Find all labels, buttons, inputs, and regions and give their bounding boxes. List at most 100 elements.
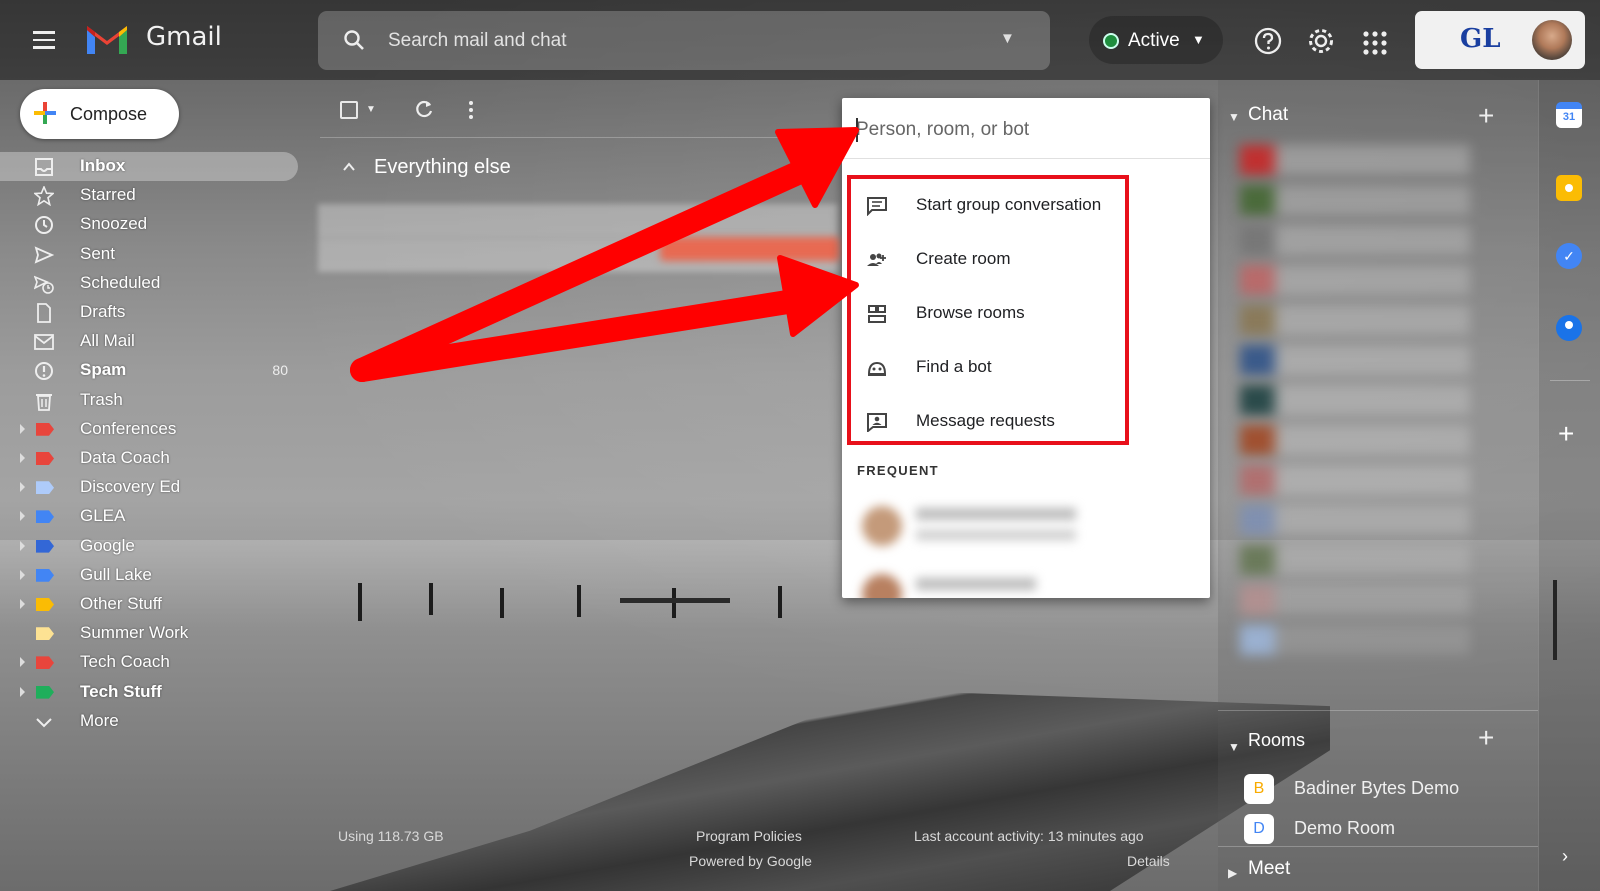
- chat-contact-blurred[interactable]: [1240, 585, 1470, 615]
- expand-caret-icon[interactable]: [20, 482, 25, 493]
- gear-icon[interactable]: [1306, 26, 1336, 56]
- sidebar-item-more[interactable]: More: [0, 707, 298, 736]
- sidebar-item-data-coach[interactable]: Data Coach: [0, 444, 298, 473]
- frequent-contact-blurred[interactable]: [916, 508, 1076, 520]
- sidebar-item-label: GLEA: [80, 506, 126, 526]
- expand-caret-icon[interactable]: [20, 511, 25, 522]
- chat-contact-blurred[interactable]: [1240, 505, 1470, 535]
- rooms-section-title[interactable]: Rooms: [1248, 730, 1305, 751]
- chat-contact-blurred[interactable]: [1240, 425, 1470, 455]
- expand-caret-icon[interactable]: [20, 686, 25, 697]
- sidebar-item-tech-stuff[interactable]: Tech Stuff: [0, 678, 298, 707]
- start-chat-plus-icon[interactable]: +: [1478, 100, 1494, 132]
- meet-expand-icon[interactable]: ▶: [1228, 866, 1237, 880]
- sidebar-item-scheduled[interactable]: Scheduled: [0, 269, 298, 298]
- refresh-icon[interactable]: [413, 98, 435, 120]
- program-policies-link[interactable]: Program Policies: [696, 828, 802, 844]
- rooms-divider: [1218, 710, 1538, 711]
- toolbar-divider: [320, 137, 845, 138]
- scheduled-send-icon: [33, 274, 54, 294]
- chat-contact-blurred[interactable]: [1240, 465, 1470, 495]
- collapse-section-icon[interactable]: [342, 160, 356, 174]
- sidebar-item-discovery-ed[interactable]: Discovery Ed: [0, 473, 298, 502]
- meet-section-title[interactable]: Meet: [1248, 858, 1290, 880]
- add-room-plus-icon[interactable]: +: [1478, 722, 1494, 754]
- email-row-blurred[interactable]: [318, 204, 838, 238]
- contacts-icon[interactable]: [1556, 315, 1582, 341]
- chevron-right-icon[interactable]: ›: [1562, 846, 1568, 867]
- sidebar-item-trash[interactable]: Trash: [0, 386, 298, 415]
- frequent-contact-blurred[interactable]: [916, 578, 1036, 590]
- sidebar-item-summer-work[interactable]: Summer Work: [0, 619, 298, 648]
- room-item[interactable]: B Badiner Bytes Demo: [1244, 772, 1504, 806]
- chat-contact-blurred[interactable]: [1240, 265, 1470, 295]
- chat-contact-blurred[interactable]: [1240, 145, 1470, 175]
- expand-caret-icon[interactable]: [20, 599, 25, 609]
- sidebar-item-inbox[interactable]: Inbox: [0, 152, 298, 181]
- sidebar-item-google[interactable]: Google: [0, 532, 298, 561]
- chat-contact-blurred[interactable]: [1240, 545, 1470, 575]
- chat-contact-blurred[interactable]: [1240, 225, 1470, 255]
- frequent-contact-avatar[interactable]: [862, 574, 902, 598]
- search-placeholder[interactable]: Search mail and chat: [388, 30, 567, 52]
- expand-caret-icon[interactable]: [20, 569, 25, 580]
- label-tag-icon: [36, 510, 54, 524]
- sidebar-item-conferences[interactable]: Conferences: [0, 415, 298, 444]
- sidebar-item-tech-coach[interactable]: Tech Coach: [0, 648, 298, 677]
- gmail-logo-icon[interactable]: [84, 24, 130, 56]
- sidebar-item-spam[interactable]: Spam 80: [0, 356, 298, 385]
- sidebar-item-gull-lake[interactable]: Gull Lake: [0, 561, 298, 590]
- apps-grid-icon[interactable]: [1360, 28, 1390, 58]
- expand-caret-icon[interactable]: [20, 453, 25, 463]
- search-icon[interactable]: [342, 28, 366, 52]
- search-options-caret-icon[interactable]: ▼: [1000, 30, 1015, 47]
- chat-contact-blurred[interactable]: [1240, 345, 1470, 375]
- select-caret-icon[interactable]: ▼: [366, 104, 376, 115]
- get-addons-plus-icon[interactable]: +: [1558, 418, 1574, 450]
- expand-caret-icon[interactable]: [20, 540, 25, 551]
- frequent-contact-avatar[interactable]: [862, 506, 902, 546]
- pier-post: [672, 588, 676, 618]
- sidebar-item-label: Data Coach: [80, 448, 170, 467]
- more-vert-icon[interactable]: [468, 100, 474, 120]
- sidebar-item-label: Drafts: [80, 302, 126, 321]
- chat-contact-blurred[interactable]: [1240, 385, 1470, 415]
- avatar[interactable]: [1532, 20, 1572, 60]
- calendar-icon[interactable]: 31: [1556, 102, 1582, 128]
- sidebar-item-snoozed[interactable]: Snoozed: [0, 210, 298, 239]
- clock-icon: [34, 215, 54, 235]
- status-label[interactable]: Active: [1128, 30, 1180, 52]
- label-tag-icon: [36, 598, 54, 611]
- chat-contact-blurred[interactable]: [1240, 185, 1470, 215]
- expand-caret-icon[interactable]: [20, 657, 25, 668]
- frequent-contact-blurred[interactable]: [916, 530, 1076, 540]
- status-caret-icon[interactable]: ▼: [1192, 32, 1205, 47]
- blurred-label-chip: [660, 237, 840, 261]
- chat-contact-blurred[interactable]: [1240, 305, 1470, 335]
- tasks-icon[interactable]: ✓: [1556, 243, 1582, 269]
- sidebar-item-glea[interactable]: GLEA: [0, 502, 298, 531]
- details-link[interactable]: Details: [1127, 853, 1170, 869]
- chat-collapse-icon[interactable]: ▼: [1228, 110, 1240, 124]
- rooms-collapse-icon[interactable]: ▼: [1228, 740, 1240, 754]
- section-title[interactable]: Everything else: [374, 156, 511, 179]
- person-room-bot-input[interactable]: [856, 114, 1196, 146]
- select-all-checkbox[interactable]: [340, 101, 358, 119]
- chat-contact-blurred[interactable]: [1240, 625, 1470, 655]
- sidebar-item-starred[interactable]: Starred: [0, 181, 298, 210]
- room-item[interactable]: D Demo Room: [1244, 812, 1504, 846]
- sidebar-item-all-mail[interactable]: All Mail: [0, 327, 298, 356]
- chat-section-title[interactable]: Chat: [1248, 104, 1288, 126]
- sidebar-item-label: Tech Coach: [80, 652, 170, 672]
- meet-divider: [1218, 846, 1538, 847]
- label-tag-icon: [36, 627, 54, 641]
- sidebar-item-label: Sent: [80, 243, 115, 263]
- main-menu-button[interactable]: [28, 26, 62, 56]
- keep-icon[interactable]: [1556, 175, 1582, 201]
- help-icon[interactable]: [1253, 26, 1283, 56]
- sidebar-item-other-stuff[interactable]: Other Stuff: [0, 590, 298, 619]
- sidebar-item-label: More: [80, 710, 119, 730]
- sidebar-item-drafts[interactable]: Drafts: [0, 298, 298, 327]
- sidebar-item-sent[interactable]: Sent: [0, 240, 298, 269]
- expand-caret-icon[interactable]: [20, 423, 25, 434]
